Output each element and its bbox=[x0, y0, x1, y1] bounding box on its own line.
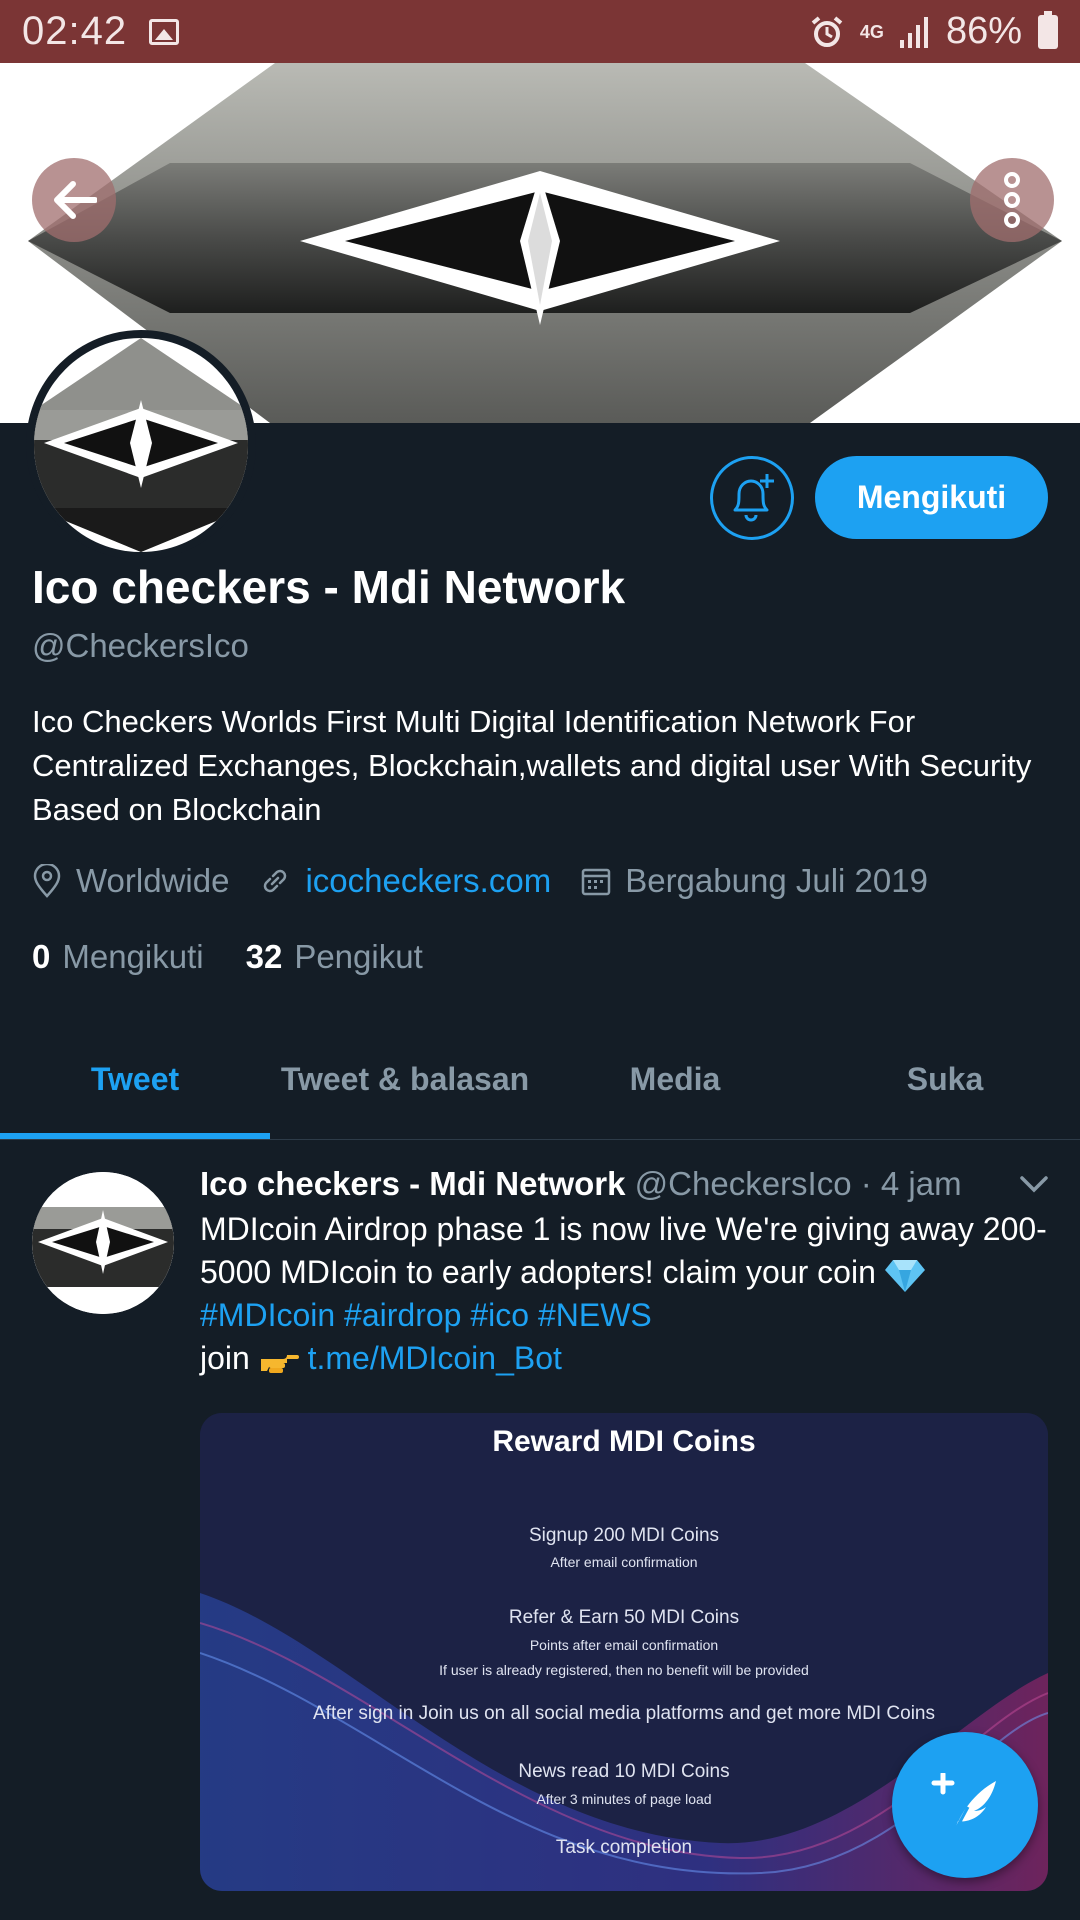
card-title: Reward MDI Coins bbox=[492, 1425, 756, 1458]
link-icon bbox=[264, 869, 287, 893]
following-label: Mengikuti bbox=[62, 938, 204, 975]
profile-handle: @CheckersIco bbox=[32, 627, 249, 664]
location-item: Worldwide bbox=[32, 862, 229, 900]
tweet-author-handle: @CheckersIco bbox=[634, 1165, 852, 1202]
card-social: After sign in Join us on all social medi… bbox=[313, 1703, 935, 1724]
card-refer-note-1: Points after email confirmation bbox=[529, 1637, 719, 1653]
tab-tweet[interactable]: Tweet bbox=[0, 1020, 270, 1139]
tab-likes[interactable]: Suka bbox=[810, 1020, 1080, 1139]
battery-icon bbox=[1038, 10, 1058, 49]
avatar-logo-image bbox=[32, 1172, 174, 1314]
profile-meta: Worldwide icocheckers.com Bergabung Juli… bbox=[32, 862, 958, 900]
status-indicators: 4G 86% bbox=[810, 10, 1058, 53]
tab-media[interactable]: Media bbox=[540, 1020, 810, 1139]
signal-icon bbox=[899, 16, 928, 48]
profile-bio: Ico Checkers Worlds First Multi Digital … bbox=[32, 704, 1032, 827]
tweet-author-name[interactable]: Ico checkers - Mdi Network bbox=[200, 1165, 625, 1202]
followers-stat[interactable]: 32 Pengikut bbox=[246, 938, 423, 976]
tweet-join-text: join bbox=[200, 1340, 250, 1376]
pointing-hand-emoji-icon bbox=[260, 1354, 299, 1373]
website-item[interactable]: icocheckers.com bbox=[259, 862, 551, 900]
card-refer-note-2: If user is already registered, then no b… bbox=[439, 1662, 809, 1678]
battery-percent: 86% bbox=[945, 10, 1022, 52]
compose-tweet-button[interactable] bbox=[892, 1732, 1038, 1878]
tweet-author-avatar[interactable] bbox=[32, 1172, 174, 1314]
card-signup: Signup 200 MDI Coins bbox=[528, 1525, 720, 1546]
followers-count: 32 bbox=[245, 938, 283, 975]
arrow-left-icon bbox=[54, 181, 97, 219]
more-options-button[interactable] bbox=[970, 158, 1054, 242]
location-text: Worldwide bbox=[76, 862, 230, 899]
tweet-text: MDIcoin Airdrop phase 1 is now live We'r… bbox=[200, 1208, 1050, 1380]
calendar-icon bbox=[581, 868, 611, 896]
network-type: 4G bbox=[859, 21, 884, 42]
following-count: 0 bbox=[32, 938, 51, 975]
card-signup-note: After email confirmation bbox=[550, 1554, 698, 1570]
profile-name: Ico checkers - Mdi Network bbox=[32, 561, 626, 613]
notification-bell-button[interactable] bbox=[710, 456, 794, 540]
joined-text: Bergabung Juli 2019 bbox=[625, 862, 928, 899]
status-time: 02:42 bbox=[22, 9, 128, 53]
following-button[interactable]: Mengikuti bbox=[815, 456, 1048, 539]
profile-avatar[interactable] bbox=[26, 330, 256, 560]
gem-emoji-icon bbox=[884, 1259, 925, 1292]
back-button[interactable] bbox=[32, 158, 116, 242]
gallery-notification-icon bbox=[149, 18, 180, 45]
chevron-down-icon[interactable] bbox=[1018, 1174, 1050, 1194]
tweet-time: · 4 jam bbox=[860, 1165, 962, 1202]
joined-item: Bergabung Juli 2019 bbox=[581, 862, 928, 900]
avatar-logo-image bbox=[34, 338, 248, 552]
following-stat[interactable]: 0 Mengikuti bbox=[32, 938, 204, 976]
more-vertical-icon bbox=[1004, 172, 1020, 228]
followers-label: Pengikut bbox=[294, 938, 423, 975]
tweet-link[interactable]: t.me/MDIcoin_Bot bbox=[308, 1340, 562, 1376]
website-link[interactable]: icocheckers.com bbox=[305, 862, 551, 900]
tweet-hashtags[interactable]: #MDIcoin #airdrop #ico #NEWS bbox=[200, 1297, 652, 1333]
profile-stats: 0 Mengikuti 32 Pengikut bbox=[32, 938, 465, 976]
card-refer: Refer & Earn 50 MDI Coins bbox=[508, 1607, 740, 1628]
bell-plus-icon bbox=[733, 474, 774, 522]
tweet-header: Ico checkers - Mdi Network @CheckersIco … bbox=[200, 1165, 1020, 1203]
status-bar: 02:42 4G 86% bbox=[0, 0, 1080, 63]
compose-feather-icon bbox=[931, 1773, 996, 1834]
profile-tabs: Tweet Tweet & balasan Media Suka bbox=[0, 1020, 1080, 1140]
alarm-icon bbox=[811, 15, 843, 47]
tab-tweet-replies[interactable]: Tweet & balasan bbox=[270, 1020, 540, 1139]
location-pin-icon bbox=[33, 864, 61, 898]
